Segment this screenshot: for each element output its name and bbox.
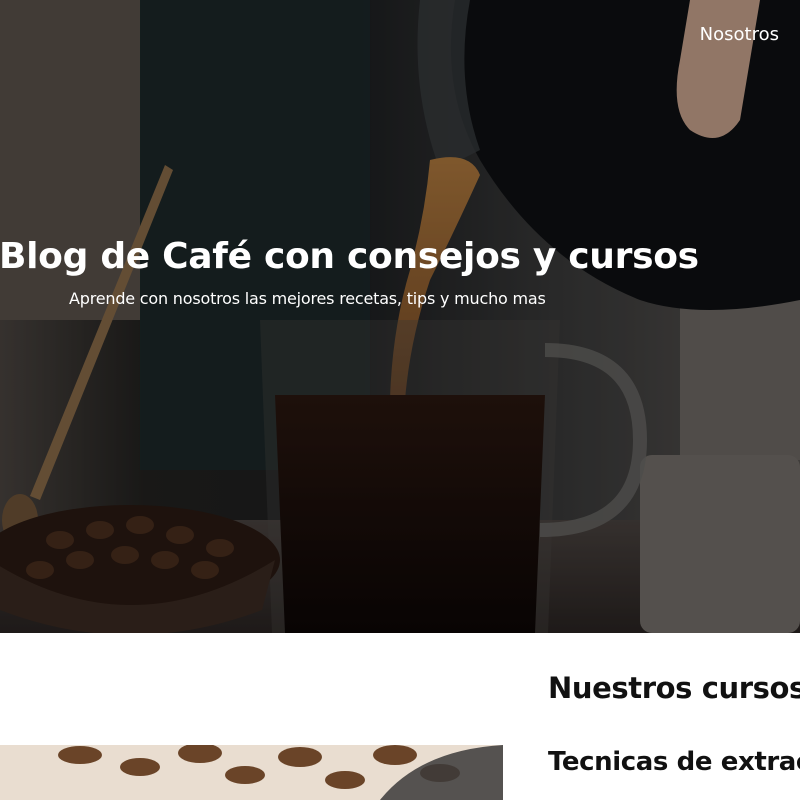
nav-link-nosotros[interactable]: Nosotros	[700, 24, 779, 46]
coffee-beans-photo	[0, 745, 503, 800]
courses-section-heading: Nuestros cursos y	[548, 671, 800, 705]
hero-section: Nosotros Blog de Café con consejos y cur…	[0, 0, 800, 633]
page: Nosotros Blog de Café con consejos y cur…	[0, 0, 800, 800]
hero-overlay	[0, 0, 800, 633]
hero-title: Blog de Café con consejos y cursos	[0, 236, 699, 277]
course-card-title[interactable]: Tecnicas de extracci	[548, 742, 800, 782]
hero-subtitle: Aprende con nosotros las mejores recetas…	[69, 289, 546, 308]
course-card-image[interactable]	[0, 745, 503, 800]
